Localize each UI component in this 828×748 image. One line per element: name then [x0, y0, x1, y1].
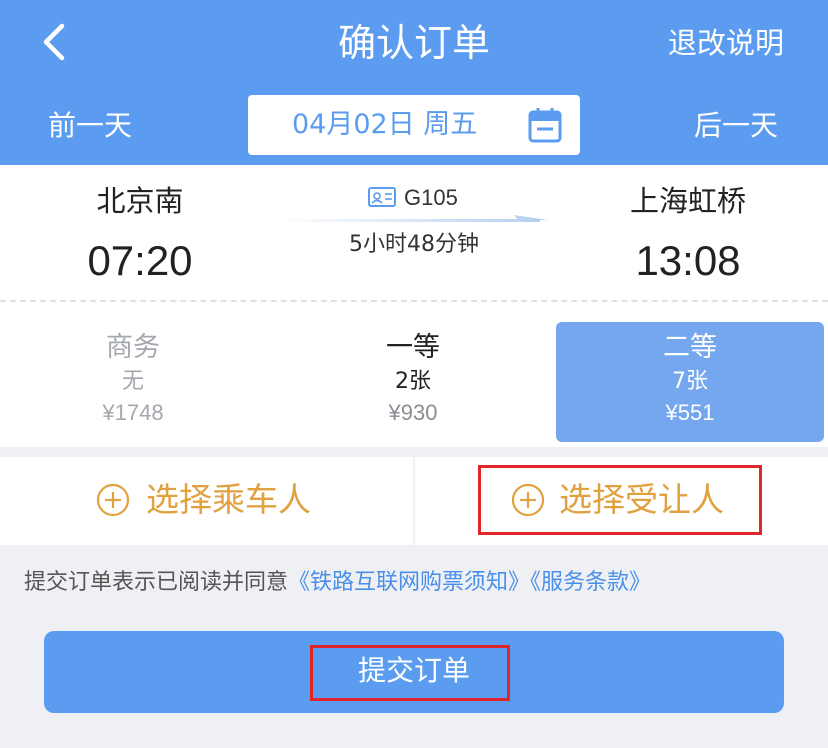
date-selector[interactable]: 04月02日 周五: [248, 95, 580, 155]
travel-duration: 5小时48分钟: [349, 232, 479, 257]
seat-price: ¥930: [388, 400, 438, 425]
seat-second-class[interactable]: 二等 7张 ¥551: [556, 322, 824, 442]
refund-rules-link[interactable]: 退改说明: [668, 22, 784, 64]
seat-price: ¥1748: [102, 400, 164, 425]
highlight-box-submit: [310, 645, 510, 701]
agreement-text: 提交订单表示已阅读并同意《铁路互联网购票须知》《服务条款》: [24, 566, 651, 600]
seat-class: 二等: [663, 332, 717, 363]
seat-count: 无: [121, 369, 144, 394]
ticket-notice-link[interactable]: 《铁路互联网购票须知》: [288, 570, 530, 595]
departure-time: 07:20: [87, 237, 193, 284]
terms-link[interactable]: 《服务条款》: [530, 570, 651, 595]
select-passenger-label: 选择乘车人: [146, 480, 311, 519]
agreement-prefix: 提交订单表示已阅读并同意: [24, 570, 289, 595]
seat-first-class[interactable]: 一等 2张 ¥930: [280, 322, 546, 442]
seat-class: 一等: [386, 332, 440, 363]
next-day-button[interactable]: 后一天: [694, 106, 778, 146]
top-header: 确认订单 退改说明 前一天 04月02日 周五 后一天: [0, 0, 828, 165]
divider: [0, 300, 828, 302]
id-card-icon: [368, 187, 396, 207]
train-info-card: 北京南 07:20 G105 5小时48分钟 上海虹桥 13:08 商务 无 ¥…: [0, 165, 828, 447]
arrival-station: 上海虹桥: [629, 184, 746, 218]
seat-count: 2张: [395, 369, 431, 394]
calendar-icon: [528, 108, 562, 143]
add-circle-icon: [96, 483, 130, 517]
highlight-box-transferee: [478, 465, 762, 535]
arrival-time: 13:08: [635, 237, 741, 284]
seat-business[interactable]: 商务 无 ¥1748: [0, 322, 266, 442]
seat-class: 商务: [106, 332, 160, 363]
train-number: G105: [404, 185, 458, 210]
direction-arrow: [278, 215, 548, 222]
departure-station: 北京南: [96, 184, 184, 218]
prev-day-button[interactable]: 前一天: [48, 106, 132, 146]
seat-price: ¥551: [665, 400, 715, 425]
date-text: 04月02日 周五: [292, 109, 478, 140]
select-passenger-button[interactable]: 选择乘车人: [0, 457, 413, 545]
seat-count: 7张: [672, 369, 708, 394]
